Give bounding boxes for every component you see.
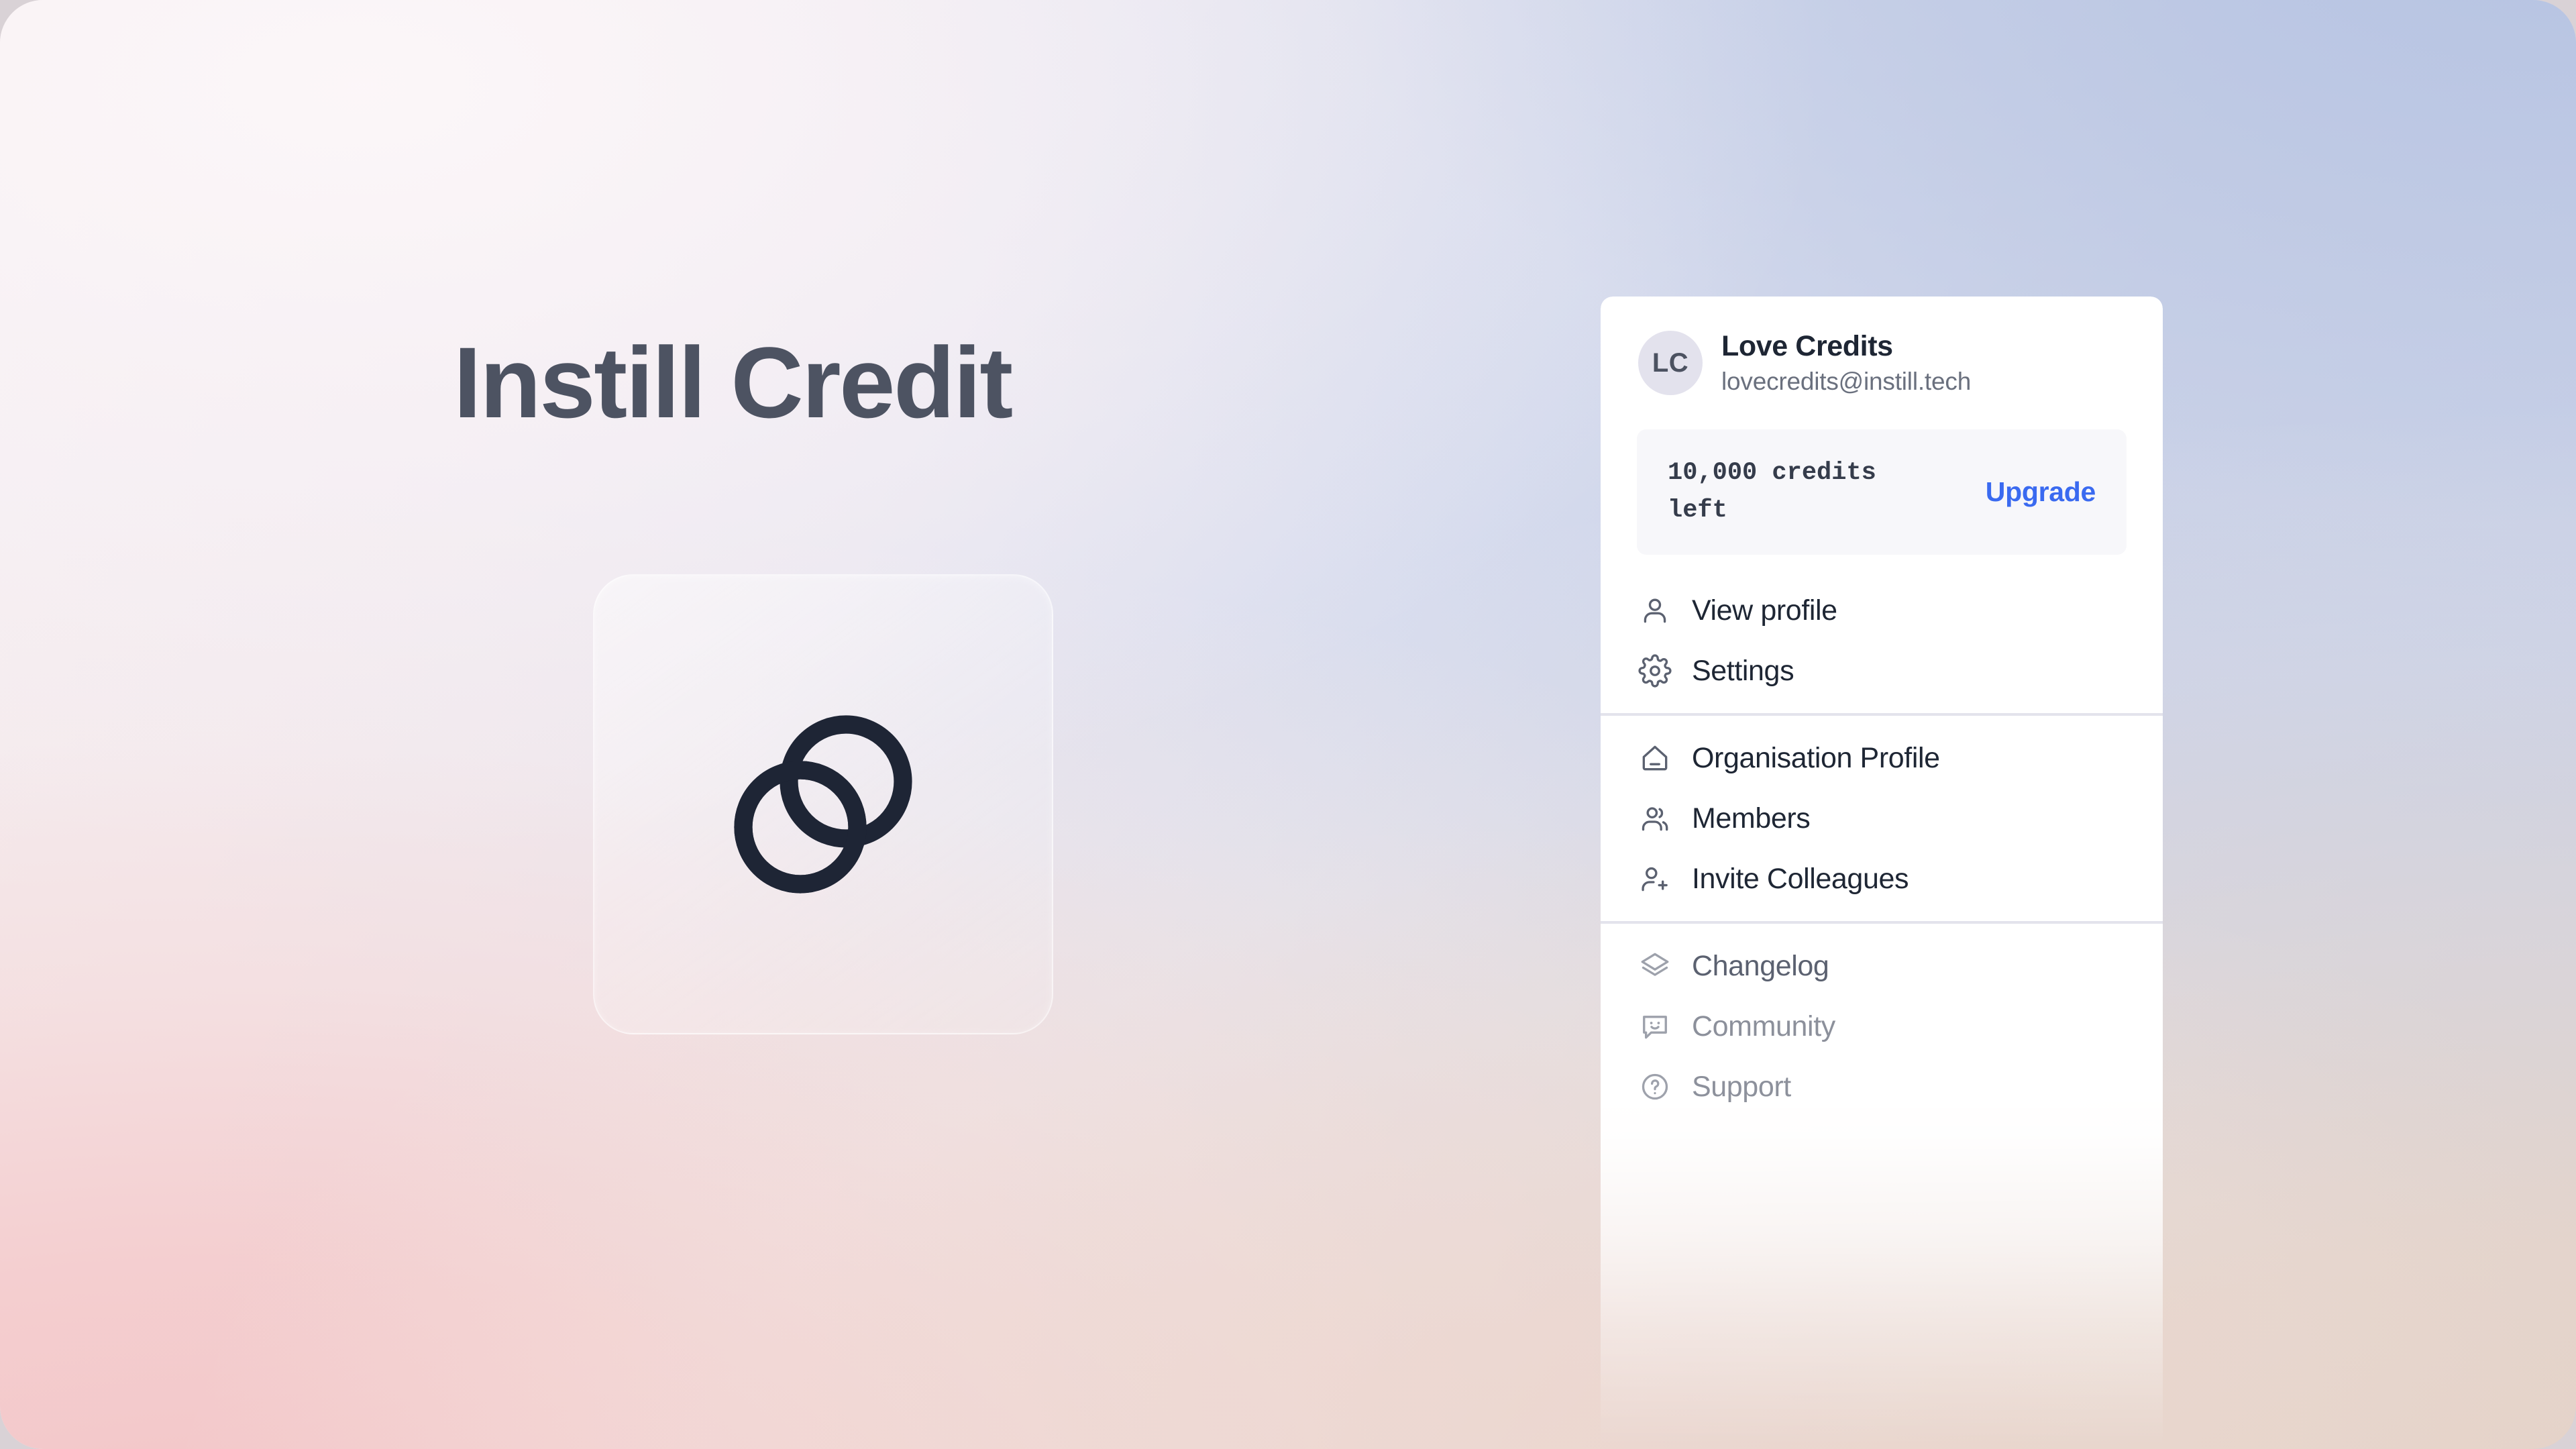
menu-item-invite-colleagues[interactable]: Invite Colleagues	[1601, 849, 2163, 909]
menu-item-label: Changelog	[1692, 949, 1829, 982]
home-icon	[1638, 741, 1672, 775]
menu-item-label: Invite Colleagues	[1692, 862, 1909, 895]
menu-item-label: Settings	[1692, 654, 1794, 687]
credits-remaining-label: 10,000 credits left	[1668, 459, 1876, 525]
menu-group-account: View profile Settings	[1601, 555, 2163, 713]
menu-item-community[interactable]: Community	[1601, 996, 2163, 1057]
profile-name: Love Credits	[1721, 330, 1893, 362]
menu-item-view-profile[interactable]: View profile	[1601, 580, 2163, 641]
profile-email: lovecredits@instill.tech	[1721, 368, 1972, 395]
menu-item-label: Community	[1692, 1010, 1835, 1042]
profile-header[interactable]: LC Love Credits lovecredits@instill.tech	[1601, 297, 2163, 396]
menu-item-label: Support	[1692, 1070, 1791, 1103]
user-plus-icon	[1638, 862, 1672, 896]
logo-tile	[593, 574, 1053, 1034]
menu-item-label: Members	[1692, 802, 1811, 835]
help-circle-icon	[1638, 1070, 1672, 1104]
avatar: LC	[1638, 331, 1703, 395]
menu-group-resources: Changelog Community Support	[1601, 924, 2163, 1129]
layers-icon	[1638, 949, 1672, 983]
menu-item-label: View profile	[1692, 594, 1837, 627]
page-title: Instill Credit	[453, 326, 1013, 439]
page-root: Instill Credit LC Love Credits lovecredi…	[0, 0, 2576, 1449]
menu-item-support[interactable]: Support	[1601, 1057, 2163, 1117]
menu-item-changelog[interactable]: Changelog	[1601, 936, 2163, 996]
menu-item-settings[interactable]: Settings	[1601, 641, 2163, 701]
profile-identity: Love Credits lovecredits@instill.tech	[1721, 330, 1971, 396]
menu-item-organisation-profile[interactable]: Organisation Profile	[1601, 728, 2163, 788]
credits-panel: 10,000 credits left Upgrade	[1637, 429, 2127, 555]
chat-smile-icon	[1638, 1010, 1672, 1043]
upgrade-button[interactable]: Upgrade	[1986, 476, 2096, 508]
menu-group-organisation: Organisation Profile Members Invite Coll…	[1601, 716, 2163, 921]
instill-overlapping-circles-logo	[709, 690, 937, 918]
hero-section: Instill Credit	[0, 0, 1642, 1449]
user-icon	[1638, 594, 1672, 627]
menu-item-label: Organisation Profile	[1692, 741, 1940, 774]
menu-item-members[interactable]: Members	[1601, 788, 2163, 849]
account-menu-card: LC Love Credits lovecredits@instill.tech…	[1601, 297, 2163, 1449]
gear-icon	[1638, 654, 1672, 688]
users-icon	[1638, 802, 1672, 835]
